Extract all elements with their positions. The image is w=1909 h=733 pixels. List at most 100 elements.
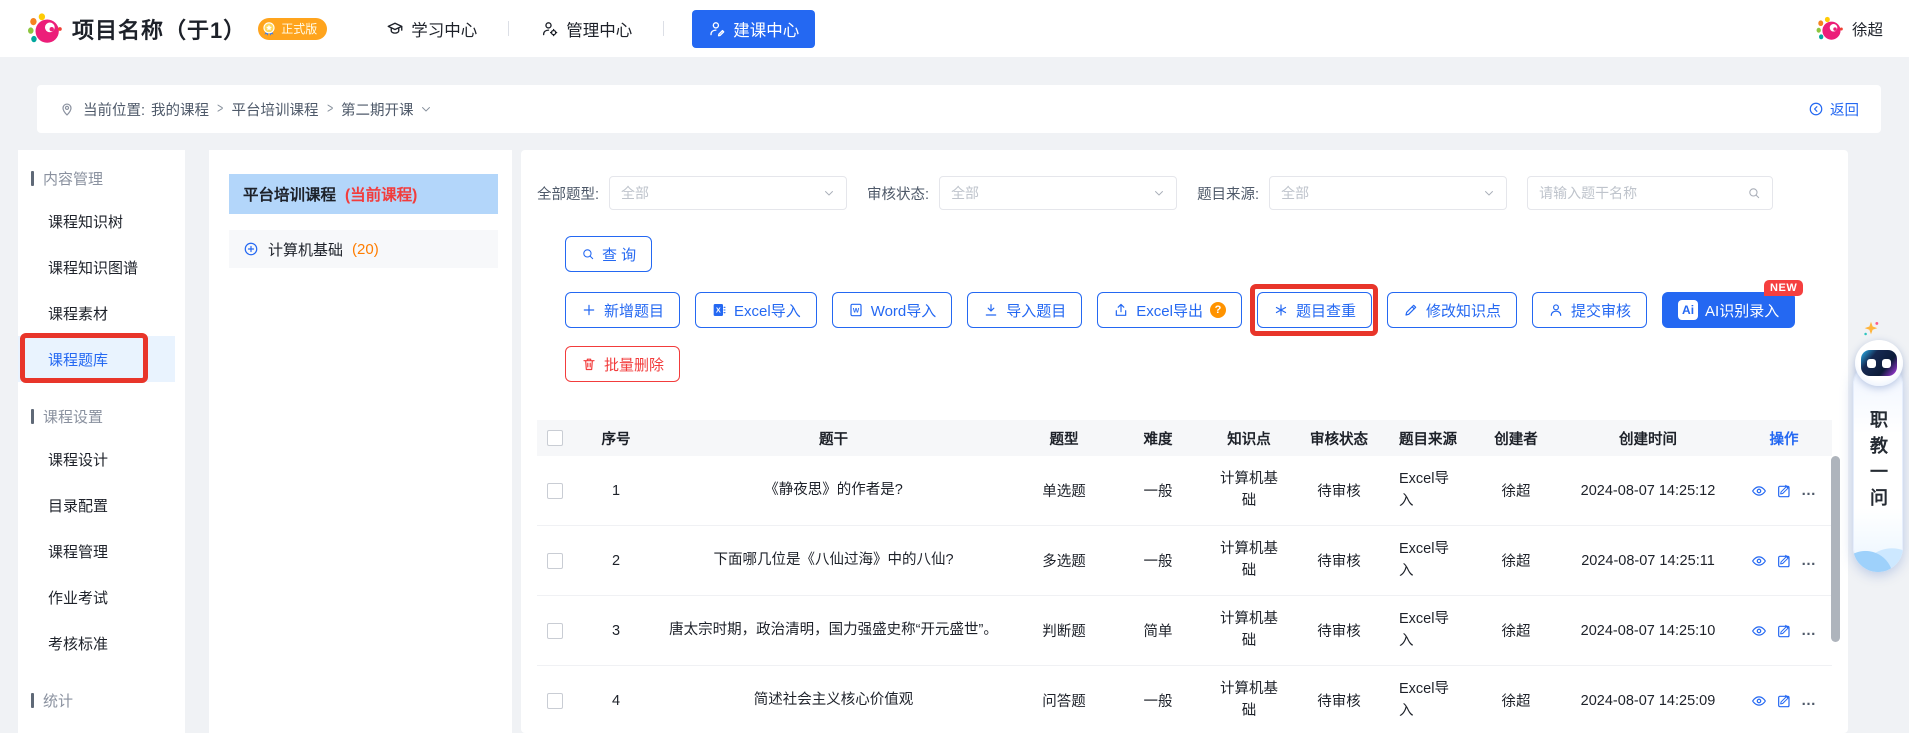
more-actions[interactable]: … — [1801, 552, 1817, 569]
robot-eye — [1867, 358, 1876, 368]
cell-source: Excel导入 — [1399, 610, 1449, 649]
sidebar-entry[interactable]: 目录配置 — [18, 482, 175, 528]
select-all-checkbox[interactable] — [547, 430, 563, 446]
sidebar-entry[interactable]: 考核标准 — [18, 620, 175, 666]
version-badge: 正式版 — [258, 17, 328, 40]
sidebar-entry[interactable]: 课程素材 — [18, 290, 175, 336]
assistant-widget[interactable]: 职教一问 — [1853, 321, 1905, 572]
cell-knowledge-point: 计算机基础 — [1220, 470, 1278, 509]
source-filter-label: 题目来源: — [1197, 186, 1260, 203]
view-icon[interactable] — [1751, 693, 1767, 709]
person-icon — [1550, 304, 1562, 316]
sidebar-entry[interactable]: 课程设计 — [18, 436, 175, 482]
cell-operations: … — [1736, 692, 1832, 709]
breadcrumb-item[interactable]: 第二期开课 > — [341, 99, 414, 120]
user-name: 徐超 — [1851, 21, 1883, 39]
sidebar-entry: 课程设置 — [18, 396, 175, 436]
cell-difficulty: 一般 — [1143, 694, 1173, 710]
cell-created-at: 2024-08-07 14:25:09 — [1580, 692, 1716, 709]
more-actions[interactable]: … — [1801, 622, 1817, 639]
toolbar-button[interactable]: Ai AI识别录入 NEW — [1662, 280, 1804, 328]
toolbar-button[interactable]: 题目查重 — [1249, 284, 1378, 336]
cell-difficulty: 简单 — [1143, 624, 1173, 640]
more-actions[interactable]: … — [1801, 482, 1817, 499]
toolbar-button[interactable]: 导入题目 — [967, 292, 1083, 328]
cell-source: Excel导入 — [1399, 470, 1449, 509]
row-check-cell — [537, 692, 581, 709]
cell-stem: 唐太宗时期，政治清明，国力强盛史称“开元盛世”。 — [669, 622, 998, 639]
delete-row: 批量删除 — [565, 346, 1832, 382]
cell-creator: 徐超 — [1501, 624, 1531, 640]
cell-review-status: 待审核 — [1317, 554, 1361, 570]
app-logo-icon[interactable] — [26, 11, 62, 47]
back-button[interactable]: 返回 — [1808, 99, 1859, 120]
cell-created-at: 2024-08-07 14:25:11 — [1581, 552, 1715, 569]
cell-no: 3 — [611, 622, 621, 639]
query-button[interactable]: 查 询 — [565, 236, 653, 272]
view-icon[interactable] — [1751, 623, 1767, 639]
edit-icon[interactable] — [1776, 553, 1792, 569]
edit-icon[interactable] — [1776, 483, 1792, 499]
sidebar-entry[interactable]: 课程题库 — [18, 333, 175, 383]
breadcrumb-item[interactable]: 平台培训课程 > — [232, 99, 341, 120]
toolbar-button-label: Excel导出 — [1136, 302, 1203, 320]
chevron-down-icon[interactable] — [420, 103, 432, 115]
cell-review-status: 待审核 — [1317, 624, 1361, 640]
cell-knowledge-point: 计算机基础 — [1220, 680, 1278, 719]
breadcrumb-bar: 当前位置: 我的课程 > 平台培训课程 > 第二期开课 > 返回 — [37, 85, 1881, 133]
stem-search-input[interactable] — [1539, 185, 1748, 201]
table-row: 3 唐太宗时期，政治清明，国力强盛史称“开元盛世”。 判断题 简单 计算机基础 … — [537, 596, 1832, 666]
toolbar-button[interactable]: X Excel导入 — [695, 292, 817, 328]
toolbar-button[interactable]: 修改知识点 — [1387, 292, 1518, 328]
sidebar-entry[interactable]: 课程知识图谱 — [18, 244, 175, 290]
filter-row: 全部题型: 全部 审核状态: 全部 题目来源: 全部 — [537, 176, 1832, 210]
expand-plus-icon[interactable] — [243, 241, 259, 257]
row-checkbox[interactable] — [547, 552, 563, 569]
new-badge: NEW — [1764, 280, 1804, 296]
toolbar-button[interactable]: 新增题目 — [565, 292, 681, 328]
row-checkbox[interactable] — [547, 622, 563, 639]
view-icon[interactable] — [1751, 553, 1767, 569]
more-actions[interactable]: … — [1801, 692, 1817, 709]
sidebar-entry-label: 课程知识树 — [48, 213, 124, 231]
current-course-item[interactable]: 平台培训课程 (当前课程) — [229, 174, 498, 214]
user-menu[interactable]: 徐超 — [1815, 15, 1883, 43]
nav-item[interactable]: 学习中心 — [382, 17, 537, 41]
sidebar-entry[interactable]: 作业考试 — [18, 574, 175, 620]
nav-item[interactable]: 建课中心 — [692, 9, 816, 48]
assistant-pill[interactable]: 职教一问 — [1853, 360, 1903, 572]
view-icon[interactable] — [1751, 483, 1767, 499]
batch-delete-button[interactable]: 批量删除 — [565, 346, 681, 382]
sidebar-entry-label: 作业考试 — [48, 589, 109, 607]
edit-icon[interactable] — [1776, 693, 1792, 709]
breadcrumb-item[interactable]: 我的课程 > — [151, 99, 231, 120]
nav-item[interactable]: 管理中心 — [537, 17, 692, 41]
sidebar-entry[interactable]: 课程管理 — [18, 528, 175, 574]
cell-difficulty: 一般 — [1143, 484, 1173, 500]
help-badge[interactable]: ? — [1209, 302, 1226, 318]
export-upload-icon — [1116, 303, 1127, 316]
type-filter-select[interactable]: 全部 — [609, 176, 848, 210]
search-icon[interactable] — [1747, 186, 1761, 200]
row-checkbox[interactable] — [547, 482, 563, 499]
source-filter-select[interactable]: 全部 — [1269, 176, 1508, 210]
column-header: 题目来源 — [1399, 431, 1457, 448]
chapter-item[interactable]: 计算机基础 (20) — [229, 230, 498, 268]
sidebar-entry-label: 考核标准 — [48, 635, 109, 653]
toolbar-button[interactable]: W Word导入 — [831, 292, 953, 328]
project-title: 项目名称（于1） — [72, 17, 247, 43]
cell-no: 4 — [611, 692, 621, 709]
status-filter-select[interactable]: 全部 — [939, 176, 1178, 210]
row-checkbox[interactable] — [547, 692, 563, 709]
edit-icon[interactable] — [1776, 623, 1792, 639]
cell-source: Excel导入 — [1399, 540, 1449, 579]
toolbar-button[interactable]: 提交审核 — [1532, 292, 1648, 328]
toolbar-button[interactable]: Excel导出 ? — [1097, 292, 1242, 328]
sidebar-entry[interactable]: 课程知识树 — [18, 198, 175, 244]
section-marker — [31, 408, 34, 424]
toolbar-button-label: 新增题目 — [604, 302, 665, 320]
word-file-icon: W — [850, 303, 862, 317]
sidebar-entry-label: 课程管理 — [48, 543, 109, 561]
sidebar-entry-label: 课程设计 — [48, 451, 109, 469]
scrollbar-thumb[interactable] — [1831, 456, 1840, 642]
